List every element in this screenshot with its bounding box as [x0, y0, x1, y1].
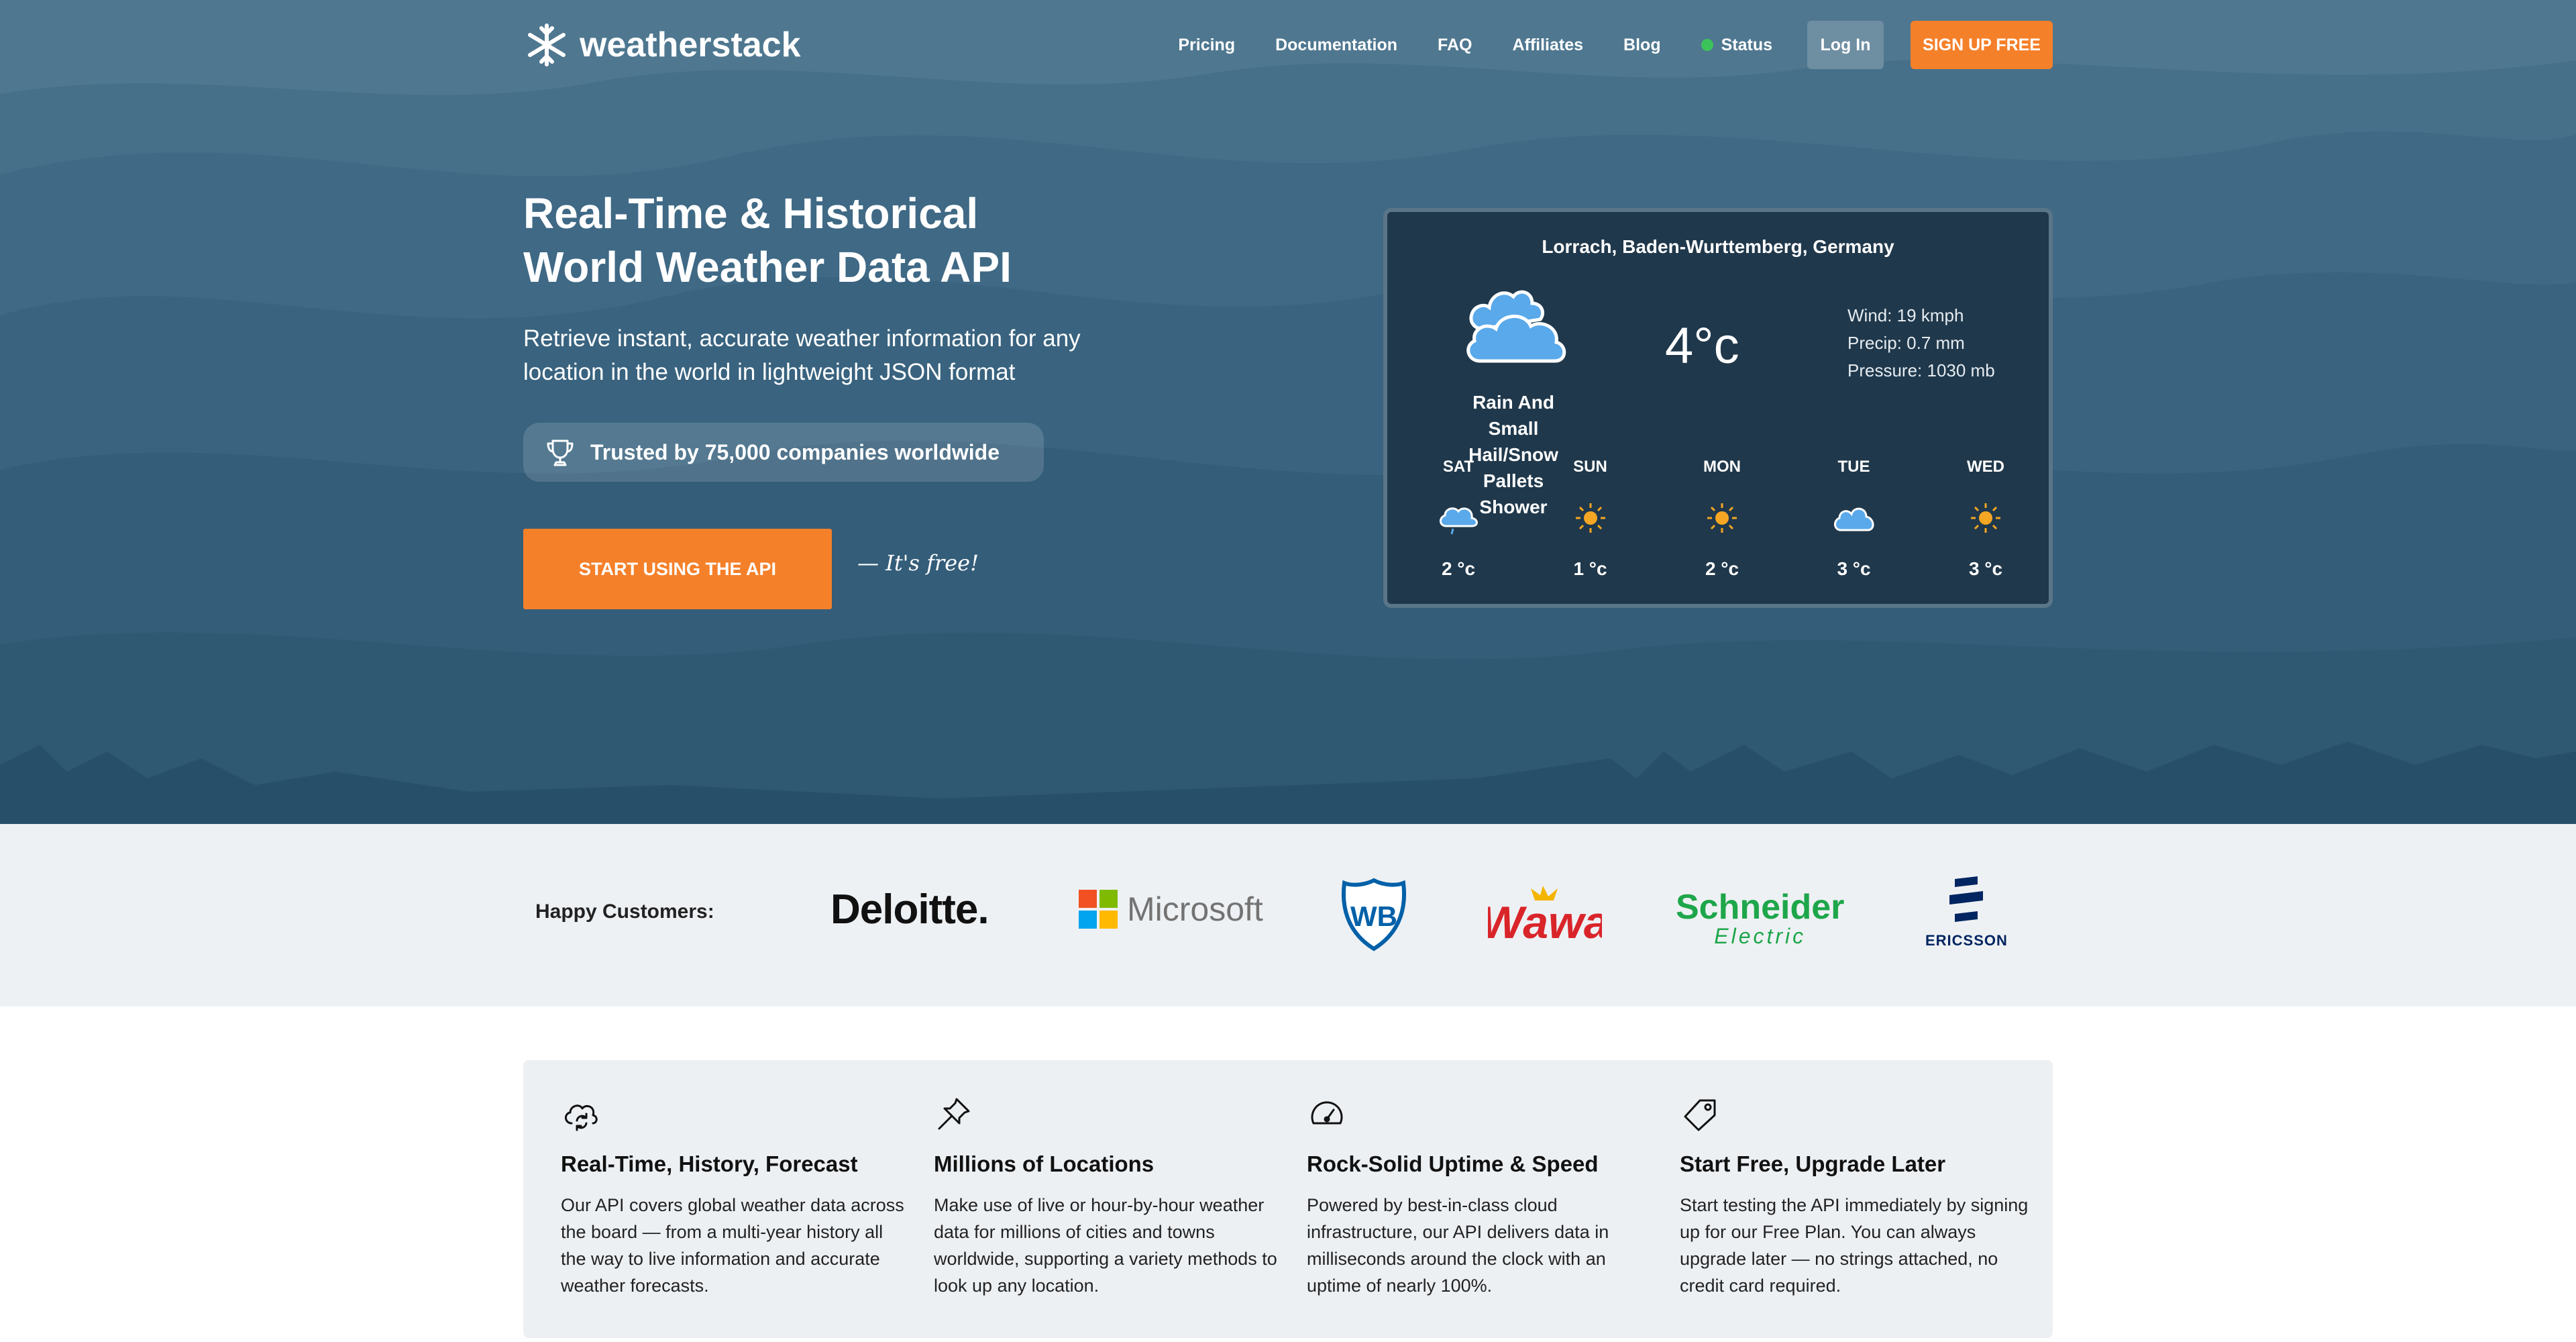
speedometer-icon: [1311, 1101, 1343, 1125]
nav-pricing[interactable]: Pricing: [1178, 36, 1235, 55]
hero-section: weatherstack Pricing Documentation FAQ A…: [0, 0, 2576, 824]
forecast-temp: 3 °c: [1968, 558, 2003, 579]
nav-blog[interactable]: Blog: [1623, 36, 1661, 55]
schneider-text: Schneider: [1676, 888, 1845, 927]
wawa-logo: Wawa: [1481, 880, 1609, 951]
feature-desc: Powered by best-in-class cloud infrastru…: [1307, 1195, 1609, 1296]
nav-faq[interactable]: FAQ: [1438, 36, 1472, 55]
weather-widget: Lorrach, Baden-Wurttemberg, Germany Rain…: [1383, 208, 2053, 608]
forecast-temp: 1 °c: [1573, 558, 1607, 579]
sun-icon: [1707, 503, 1737, 533]
feature-desc: Start testing the API immediately by sig…: [1680, 1195, 2029, 1296]
widget-details: Wind: 19 kmph Precip: 0.7 mm Pressure: 1…: [1847, 302, 1995, 384]
ericsson-text: ERICSSON: [1925, 932, 2008, 949]
forecast-temp: 2 °c: [1705, 558, 1739, 579]
pin-icon: [938, 1098, 970, 1130]
nav-status[interactable]: Status: [1701, 36, 1772, 55]
cloud-icon: [1833, 507, 1874, 531]
forecast-day: TUE 3 °c: [1807, 458, 1901, 605]
start-api-button[interactable]: START USING THE API: [523, 529, 832, 609]
hero-subhead: Retrieve instant, accurate weather infor…: [523, 325, 1081, 385]
nav-affiliates[interactable]: Affiliates: [1512, 36, 1583, 55]
nav-status-label: Status: [1721, 35, 1772, 54]
customers-strip: Happy Customers: Deloitte. Microsoft WB …: [0, 824, 2576, 1007]
forecast-day-name: SAT: [1442, 458, 1474, 476]
feature-title: Real-Time, History, Forecast: [561, 1151, 858, 1176]
sun-icon: [1575, 503, 1605, 533]
forecast-day: WED 3 °c: [1939, 458, 2033, 605]
forecast-row: SAT 2 °c SUN 1 °c MON 2 °c TUE 3 °c WED …: [1411, 458, 2033, 605]
headline-line-2: World Weather Data API: [523, 243, 1012, 291]
forecast-day-name: MON: [1703, 458, 1741, 476]
widget-precip: Precip: 0.7 mm: [1847, 333, 1965, 353]
trophy-icon: [547, 440, 574, 466]
wb-text: WB: [1350, 900, 1397, 932]
ericsson-mark-icon: [1949, 876, 1984, 922]
forecast-temp: 3 °c: [1837, 558, 1871, 579]
nav-links: Pricing Documentation FAQ Affiliates Blo…: [1178, 20, 2053, 70]
deloitte-logo: Deloitte.: [830, 886, 989, 933]
electric-text: Electric: [1714, 924, 1807, 948]
trust-text: Trusted by 75,000 companies worldwide: [590, 440, 1000, 464]
cloud-icon: [1466, 290, 1566, 363]
feature-desc: Our API covers global weather data acros…: [561, 1195, 904, 1296]
brand-name: weatherstack: [580, 25, 801, 64]
feature-desc: Make use of live or hour-by-hour weather…: [934, 1195, 1277, 1296]
signup-button[interactable]: SIGN UP FREE: [1911, 21, 2053, 69]
forecast-temp: 2 °c: [1441, 558, 1476, 579]
feature-title: Rock-Solid Uptime & Speed: [1307, 1151, 1599, 1176]
cloud-sync-icon: [565, 1104, 598, 1131]
headline-line-1: Real-Time & Historical: [523, 189, 979, 238]
microsoft-logo: Microsoft: [1079, 890, 1263, 929]
free-note: — It's free!: [857, 550, 979, 576]
mountains-background: [0, 0, 2576, 824]
deloitte-text: Deloitte.: [830, 886, 989, 933]
widget-wind: Wind: 19 kmph: [1847, 305, 1964, 325]
customers-label: Happy Customers:: [535, 900, 714, 923]
warner-bros-logo: WB: [1340, 878, 1407, 955]
widget-pressure: Pressure: 1030 mb: [1847, 360, 1995, 380]
snowflake-icon: [528, 23, 566, 66]
forecast-day: MON 2 °c: [1675, 458, 1769, 605]
hero-headline: Real-Time & Historical World Weather Dat…: [523, 187, 1127, 294]
forecast-day-name: SUN: [1573, 458, 1607, 476]
microsoft-text: Microsoft: [1127, 890, 1263, 928]
ericsson-logo: ERICSSON: [1925, 876, 2008, 949]
forecast-day: SAT 2 °c: [1411, 458, 1505, 605]
top-nav: weatherstack Pricing Documentation FAQ A…: [523, 20, 2053, 70]
wawa-text: Wawa: [1488, 897, 1602, 947]
features-panel: Real-Time, History, Forecast Our API cov…: [523, 1060, 2053, 1338]
widget-location: Lorrach, Baden-Wurttemberg, Germany: [1542, 236, 1894, 257]
cloud-rain-icon: [1440, 507, 1478, 535]
feature-title: Start Free, Upgrade Later: [1680, 1151, 1946, 1176]
sun-icon: [1971, 503, 2000, 533]
tag-icon: [1684, 1099, 1716, 1131]
nav-documentation[interactable]: Documentation: [1275, 36, 1397, 55]
login-button[interactable]: Log In: [1807, 21, 1884, 69]
forecast-day: SUN 1 °c: [1544, 458, 1638, 605]
schneider-logo: Schneider Electric: [1676, 890, 1844, 947]
status-dot-icon: [1701, 39, 1713, 51]
feature-title: Millions of Locations: [934, 1151, 1155, 1176]
trust-badge: Trusted by 75,000 companies worldwide: [523, 423, 1044, 482]
microsoft-squares-icon: [1079, 890, 1118, 929]
forecast-day-name: TUE: [1837, 458, 1870, 476]
widget-temperature: 4°c: [1665, 317, 1739, 374]
forecast-day-name: WED: [1967, 458, 2004, 476]
brand-logo[interactable]: weatherstack: [523, 20, 801, 70]
